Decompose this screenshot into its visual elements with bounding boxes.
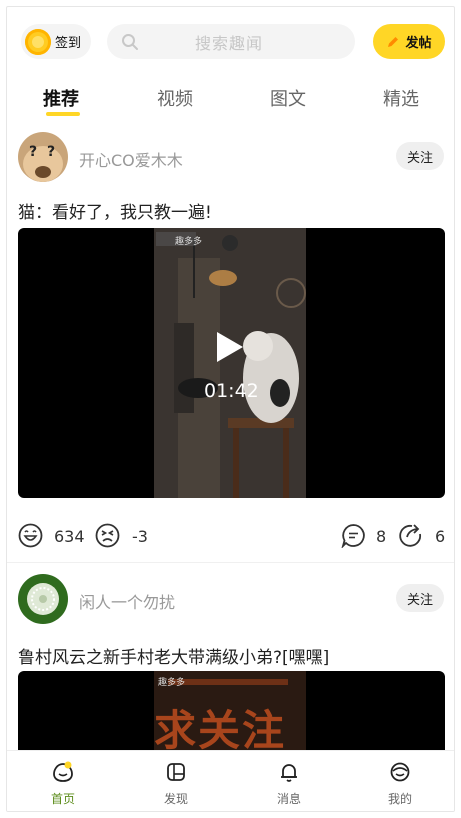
play-icon[interactable]	[215, 330, 245, 364]
video-watermark: 趣多多	[158, 678, 186, 688]
comment-icon[interactable]	[341, 523, 366, 548]
video-player[interactable]: 趣多多 01:42	[18, 228, 445, 498]
post-label: 发帖	[405, 36, 432, 51]
avatar[interactable]: ? ?	[18, 132, 68, 182]
nav-profile[interactable]: 我的	[370, 761, 430, 807]
post-text[interactable]: 猫：看好了，我只教一遍!	[18, 198, 212, 223]
share-icon[interactable]	[398, 523, 423, 548]
follow-button[interactable]: 关注	[396, 584, 444, 612]
angry-icon[interactable]	[95, 523, 120, 548]
signin-button[interactable]: 签到	[21, 24, 91, 59]
post-card[interactable]: ? ? 开心CO爱木木 关注 猫：看好了，我只教一遍! 趣多多 01:42 63…	[7, 125, 454, 565]
nav-messages-label: 消息	[276, 792, 301, 806]
post-text[interactable]: 鲁村风云之新手村老大带满级小弟?[嘿嘿]	[18, 643, 329, 668]
search-placeholder: 搜索趣闻	[195, 33, 264, 53]
laugh-icon[interactable]	[18, 523, 43, 548]
active-tab-indicator	[46, 112, 80, 116]
nav-discover[interactable]: 发现	[146, 761, 206, 807]
signin-label: 签到	[55, 36, 82, 51]
tab-featured[interactable]: 精选	[383, 85, 419, 111]
app-frame: 签到 搜索趣闻 发帖 推荐 视频 图文 精选 ? ? 开心CO爱木木 关注 猫：…	[6, 6, 455, 812]
video-duration: 01:42	[204, 380, 259, 402]
like-count: 634	[54, 527, 85, 546]
post-button[interactable]: 发帖	[373, 24, 445, 59]
tab-recommend[interactable]: 推荐	[43, 85, 79, 111]
category-tabs: 推荐 视频 图文 精选	[7, 79, 454, 125]
svg-text:?: ?	[47, 144, 55, 160]
top-bar: 签到 搜索趣闻 发帖	[7, 7, 454, 77]
search-icon	[122, 33, 138, 50]
username[interactable]: 开心CO爱木木	[79, 147, 183, 171]
tab-image-text[interactable]: 图文	[270, 85, 306, 111]
avatar[interactable]	[18, 574, 68, 624]
dislike-count: -3	[132, 527, 148, 546]
svg-text:?: ?	[29, 144, 37, 160]
search-input[interactable]: 搜索趣闻	[107, 24, 355, 59]
comment-count: 8	[376, 527, 387, 546]
coin-icon	[25, 28, 51, 55]
bell-icon	[281, 764, 297, 782]
video-player[interactable]: 趣多多 求关注	[18, 671, 445, 761]
post-actions: 634 -3 8 6	[7, 519, 454, 553]
nav-home[interactable]: 首页	[33, 761, 93, 807]
video-watermark: 趣多多	[175, 237, 203, 247]
bottom-nav: 首页 发现 消息 我的	[7, 750, 454, 811]
nav-discover-label: 发现	[163, 792, 188, 806]
video-overlay-text: 求关注	[154, 706, 287, 755]
tab-video[interactable]: 视频	[157, 85, 193, 111]
nav-profile-label: 我的	[387, 792, 412, 806]
follow-button[interactable]: 关注	[396, 142, 444, 170]
home-icon	[53, 761, 73, 782]
profile-icon	[390, 762, 410, 782]
discover-icon	[167, 763, 185, 781]
nav-home-label: 首页	[50, 792, 75, 806]
pencil-icon	[388, 36, 399, 47]
divider	[7, 562, 454, 563]
nav-messages[interactable]: 消息	[259, 761, 319, 807]
share-count: 6	[435, 527, 446, 546]
post-card[interactable]: 闲人一个勿扰 关注 鲁村风云之新手村老大带满级小弟?[嘿嘿] 趣多多 求关注	[7, 565, 454, 761]
username[interactable]: 闲人一个勿扰	[79, 589, 175, 613]
